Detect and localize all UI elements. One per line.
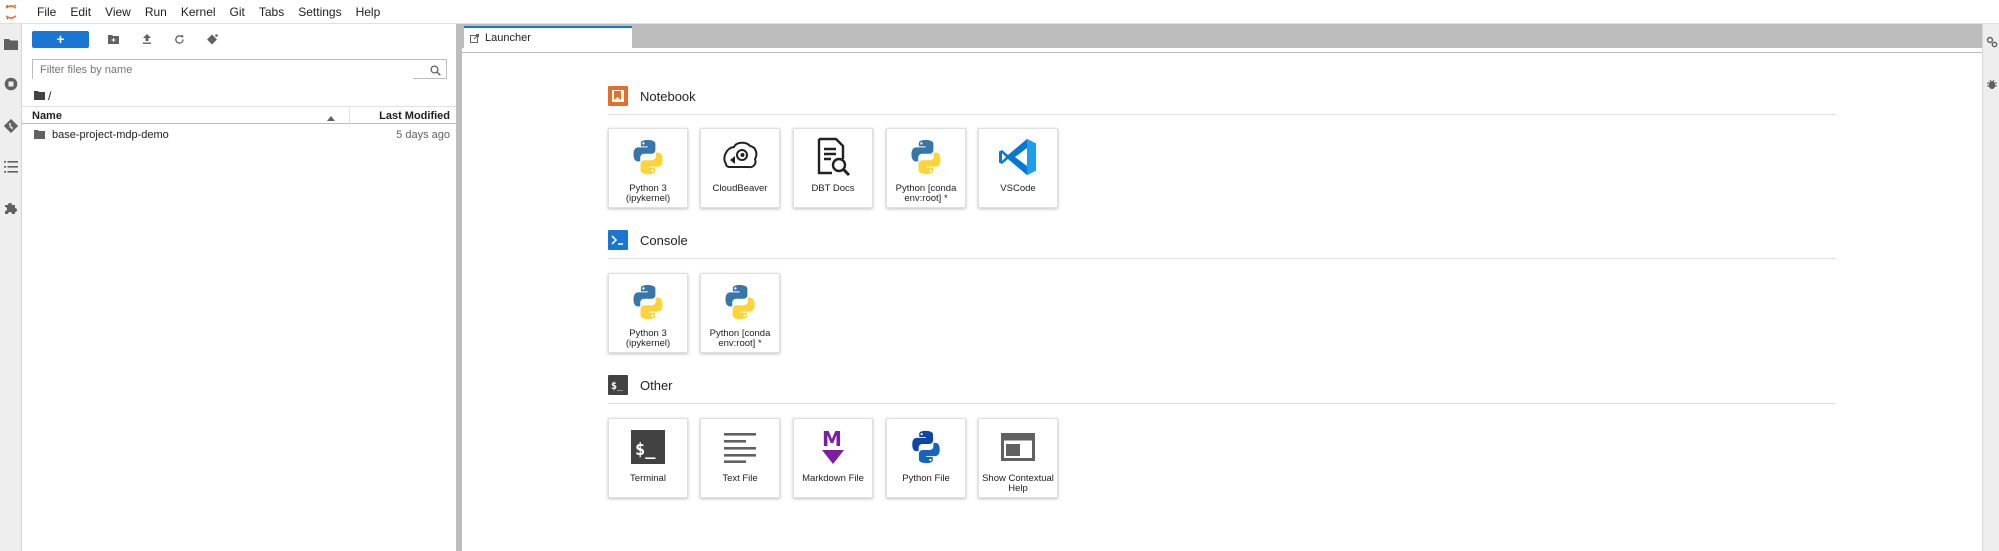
text-file-icon (718, 425, 762, 469)
menu-view[interactable]: View (98, 0, 138, 24)
card-label: VSCode (1000, 183, 1036, 194)
svg-text:M: M (822, 428, 842, 451)
folder-icon (34, 130, 45, 142)
file-modified: 5 days ago (396, 129, 450, 141)
home-folder-icon[interactable] (34, 89, 45, 103)
svg-text:$_: $_ (635, 440, 656, 460)
extensions-puzzle-icon[interactable] (0, 197, 22, 219)
dbt-docs-icon (811, 135, 855, 179)
breadcrumb: / (34, 89, 51, 103)
menu-git[interactable]: Git (223, 0, 252, 24)
launcher-card-python-file[interactable]: Python File (886, 418, 966, 498)
section-title: Other (640, 377, 673, 393)
file-name: base-project-mdp-demo (52, 129, 169, 141)
column-divider[interactable] (349, 107, 350, 124)
card-label: Show Contextual Help (982, 473, 1054, 494)
cloudbeaver-icon (718, 135, 762, 179)
tab-launcher[interactable]: Launcher (464, 26, 632, 48)
launcher-card-text-file[interactable]: Text File (700, 418, 780, 498)
upload-icon[interactable] (130, 30, 163, 48)
other-icon: $_ (608, 375, 628, 395)
menu-run[interactable]: Run (138, 0, 174, 24)
vscode-icon (996, 135, 1040, 179)
launcher-card-terminal[interactable]: $_ Terminal (608, 418, 688, 498)
menu-settings[interactable]: Settings (291, 0, 348, 24)
tab-label: Launcher (485, 32, 531, 44)
property-inspector-gears-icon[interactable] (1984, 34, 1999, 50)
section-divider (608, 258, 1836, 259)
python-icon (904, 135, 948, 179)
launcher-card-markdown-file[interactable]: M Markdown File (793, 418, 873, 498)
menu-bar: File Edit View Run Kernel Git Tabs Setti… (0, 0, 1999, 24)
file-browser-icon[interactable] (0, 33, 22, 55)
file-list-item[interactable]: base-project-mdp-demo 5 days ago (22, 126, 456, 144)
column-name-header[interactable]: Name (32, 110, 62, 122)
column-modified-header[interactable]: Last Modified (379, 110, 450, 122)
menu-kernel[interactable]: Kernel (174, 0, 223, 24)
debugger-bug-icon[interactable] (1984, 76, 1999, 92)
svg-text:$_: $_ (611, 381, 624, 391)
launcher-card-python-conda-console[interactable]: Python [conda env:root] * (700, 273, 780, 353)
menu-edit[interactable]: Edit (63, 0, 98, 24)
jupyter-logo-icon (0, 0, 22, 24)
python-icon (626, 135, 670, 179)
markdown-icon: M (811, 425, 855, 469)
card-label: DBT Docs (811, 183, 855, 194)
section-divider (608, 114, 1836, 115)
file-browser-toolbar: + (32, 30, 229, 48)
launcher-icon (470, 33, 479, 43)
launcher-card-contextual-help[interactable]: Show Contextual Help (978, 418, 1058, 498)
section-notebook: Notebook (608, 86, 696, 106)
card-label: Python 3 (ipykernel) (625, 183, 671, 204)
card-label: Python [conda env:root] * (709, 328, 771, 349)
git-clone-icon[interactable] (196, 30, 229, 48)
launcher-card-python3-console[interactable]: Python 3 (ipykernel) (608, 273, 688, 353)
card-label: Terminal (630, 473, 666, 484)
left-activity-bar (0, 24, 22, 551)
right-activity-bar (1982, 24, 1999, 551)
launcher-card-vscode[interactable]: VSCode (978, 128, 1058, 208)
tab-underline (462, 48, 1982, 53)
notebook-icon (608, 86, 628, 106)
filter-files-input[interactable] (33, 61, 413, 79)
section-other: $_ Other (608, 375, 673, 395)
menu-help[interactable]: Help (349, 0, 388, 24)
refresh-icon[interactable] (163, 30, 196, 48)
python-icon (718, 280, 762, 324)
console-icon (608, 230, 628, 250)
contextual-help-icon (996, 425, 1040, 469)
card-label: Python [conda env:root] * (895, 183, 957, 204)
card-label: Python 3 (ipykernel) (625, 328, 671, 349)
search-icon (430, 63, 441, 81)
card-label: Text File (722, 473, 758, 484)
section-title: Notebook (640, 88, 696, 104)
running-sessions-icon[interactable] (0, 73, 22, 95)
terminal-icon: $_ (626, 425, 670, 469)
breadcrumb-root[interactable]: / (48, 89, 51, 103)
table-of-contents-icon[interactable] (0, 156, 22, 178)
filter-files-field[interactable] (32, 59, 447, 79)
sort-ascending-icon[interactable] (327, 112, 335, 124)
file-list-header: Name Last Modified (22, 106, 456, 124)
main-dock-area: Launcher Notebook Python 3 (ipykernel) C… (462, 24, 1982, 551)
tab-bar: Launcher (462, 24, 1982, 48)
section-title: Console (640, 232, 688, 248)
new-launcher-button[interactable]: + (32, 30, 89, 48)
launcher-card-python-conda-notebook[interactable]: Python [conda env:root] * (886, 128, 966, 208)
launcher-card-cloudbeaver[interactable]: CloudBeaver (700, 128, 780, 208)
menu-file[interactable]: File (30, 0, 63, 24)
new-folder-icon[interactable] (97, 30, 130, 48)
python-icon (626, 280, 670, 324)
menu-tabs[interactable]: Tabs (252, 0, 291, 24)
launcher-card-dbt-docs[interactable]: DBT Docs (793, 128, 873, 208)
card-label: Markdown File (802, 473, 864, 484)
python-file-icon (904, 425, 948, 469)
section-divider (608, 403, 1836, 404)
launcher-card-python3-notebook[interactable]: Python 3 (ipykernel) (608, 128, 688, 208)
section-console: Console (608, 230, 688, 250)
card-label: Python File (902, 473, 950, 484)
git-icon[interactable] (0, 115, 22, 137)
card-label: CloudBeaver (712, 183, 768, 194)
file-browser-panel: + / Name Last Modified (22, 24, 456, 551)
